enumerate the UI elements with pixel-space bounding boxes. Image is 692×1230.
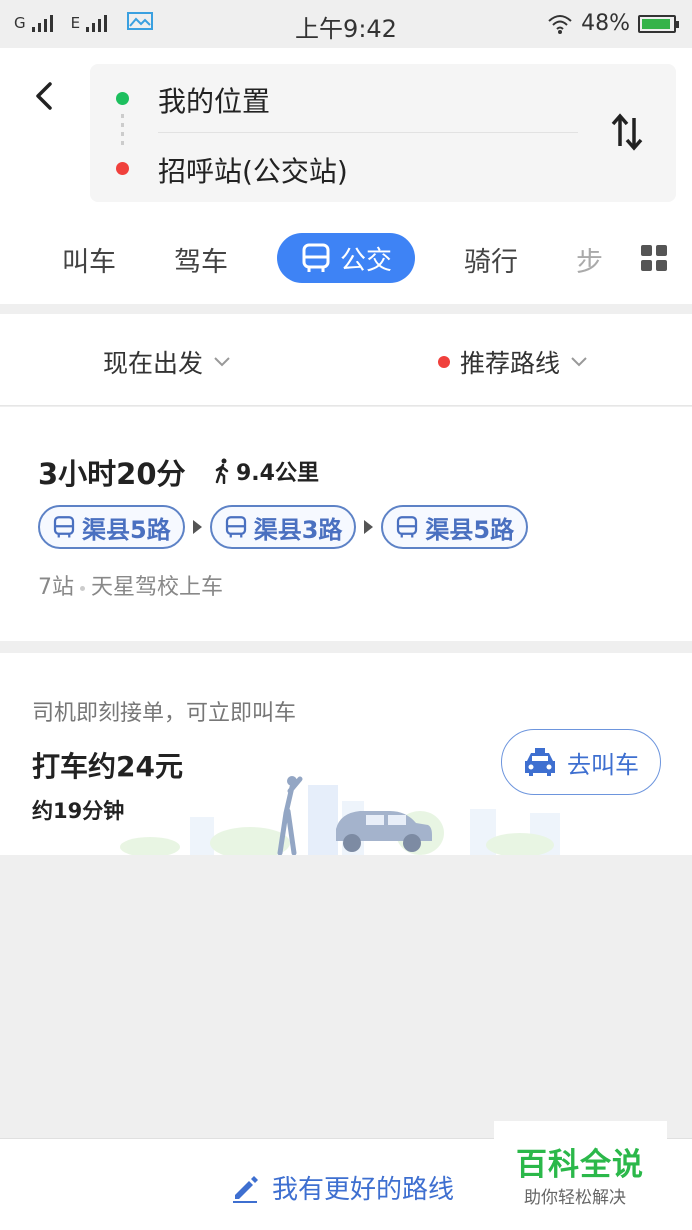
watermark: 百科全说 助你轻松解决 <box>494 1121 667 1223</box>
bus-icon <box>53 516 75 538</box>
transfer-arrow-icon <box>364 520 374 534</box>
route-pref-select[interactable]: 推荐路线 <box>438 344 588 380</box>
status-dot <box>438 356 450 368</box>
bus-line-chip: 渠县3路 <box>209 505 357 549</box>
tab-taxi[interactable]: 叫车 <box>62 240 116 279</box>
better-route-link[interactable]: 我有更好的路线 <box>230 1169 454 1206</box>
watermark-title: 百科全说 <box>516 1147 644 1183</box>
depart-label: 现在出发 <box>103 349 204 378</box>
bottom-bar: 我有更好的路线 百科全说 助你轻松解决 <box>0 1121 692 1230</box>
transfer-arrow-icon <box>192 520 202 534</box>
bus-icon <box>397 516 418 538</box>
route-duration: 3小时20分 <box>38 457 186 491</box>
route-meta: 7站 天星驾校上车 <box>38 569 223 601</box>
tab-bus[interactable]: 公交 <box>277 233 415 283</box>
tab-walk[interactable]: 步 <box>576 240 618 279</box>
call-taxi-button[interactable]: 去叫车 <box>501 729 661 795</box>
back-arrow-icon[interactable] <box>24 76 64 116</box>
bus-line-label: 渠县5路 <box>425 515 515 544</box>
destination-field[interactable]: 招呼站(公交站) <box>158 150 348 190</box>
call-taxi-label: 去叫车 <box>567 750 639 779</box>
bus-line-chip: 渠县5路 <box>381 505 529 549</box>
status-right: 48% <box>547 11 679 36</box>
walk-distance-value: 9.4公里 <box>236 461 319 486</box>
origin-dot <box>116 92 129 105</box>
bus-icon <box>225 516 246 538</box>
walking-icon <box>215 458 229 484</box>
route-options: 现在出发 推荐路线 <box>0 314 692 406</box>
depart-time-select[interactable]: 现在出发 <box>103 344 231 380</box>
boarding-stop: 天星驾校上车 <box>91 575 224 600</box>
battery-percent: 48% <box>581 11 630 36</box>
better-route-label: 我有更好的路线 <box>272 1175 455 1205</box>
bus-line-label: 渠县3路 <box>253 515 343 544</box>
watermark-subtitle: 助你轻松解决 <box>524 1188 626 1208</box>
bus-line-label: 渠县5路 <box>82 515 171 544</box>
swap-icon[interactable] <box>610 112 644 152</box>
bus-line-chip: 渠县5路 <box>38 505 185 549</box>
tab-drive[interactable]: 驾车 <box>174 240 228 279</box>
taxi-icon <box>525 748 555 776</box>
pencil-icon <box>233 1175 258 1203</box>
walk-distance: 9.4公里 <box>212 455 319 487</box>
taxi-eta: 约19分钟 <box>32 799 125 823</box>
tab-bus-label: 公交 <box>339 245 392 276</box>
route-input-box: 我的位置 招呼站(公交站) <box>90 64 676 202</box>
chevron-down-icon <box>214 357 230 367</box>
route-card[interactable]: 3小时20分 9.4公里 渠县5路 渠县3路 渠县5路 7站 天星驾校上车 <box>0 407 692 641</box>
bus-lines: 渠县5路 渠县3路 渠县5路 <box>38 505 529 549</box>
divider <box>158 132 578 133</box>
battery-icon <box>638 14 679 33</box>
taxi-price: 打车约24元 <box>32 750 183 783</box>
route-pref-label: 推荐路线 <box>460 349 561 378</box>
route-connector <box>121 114 124 150</box>
chevron-down-icon <box>571 357 587 367</box>
stop-count: 7站 <box>38 575 74 600</box>
taxi-tip: 司机即刻接单，可立即叫车 <box>32 701 297 726</box>
taxi-card: 司机即刻接单，可立即叫车 打车约24元 约19分钟 去叫车 <box>0 653 692 855</box>
destination-dot <box>116 162 129 175</box>
origin-field[interactable]: 我的位置 <box>158 80 270 120</box>
status-bar: G E 上午9:42 48% <box>0 0 692 48</box>
bus-icon <box>302 243 330 272</box>
mode-tabs: 叫车 驾车 公交 骑行 步 <box>0 228 692 290</box>
grid-menu-icon[interactable] <box>641 245 667 271</box>
route-header: 我的位置 招呼站(公交站) 叫车 驾车 公交 骑行 步 <box>0 48 692 304</box>
wifi-icon <box>548 14 572 34</box>
tab-bike[interactable]: 骑行 <box>464 240 518 279</box>
